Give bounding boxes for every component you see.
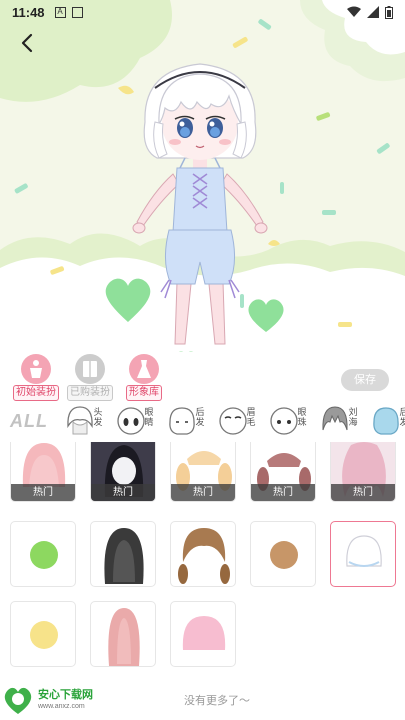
eyes-icon — [117, 407, 145, 435]
status-bar: 11:48 A — [0, 0, 405, 24]
pink-bob-hair-thumb — [182, 616, 226, 650]
hot-badge: 热门 — [91, 484, 155, 501]
bangs-icon — [322, 406, 348, 431]
item-green-color-swatch[interactable] — [10, 521, 76, 587]
tab-back-hair-2-label: 后发 — [399, 407, 405, 427]
tab-pupils[interactable]: 眼珠 — [269, 404, 307, 438]
item-long-black-hair[interactable] — [90, 521, 156, 587]
tab-eyebrows-label: 眉毛 — [246, 407, 256, 427]
item-pink-bob-hair[interactable] — [170, 601, 236, 667]
item-brown-braids[interactable] — [170, 521, 236, 587]
item-brown-color-swatch[interactable] — [250, 521, 316, 587]
battery-icon — [385, 5, 393, 19]
item-brown-twintails[interactable]: 热门 — [250, 442, 316, 502]
no-more-text: 没有更多了～ — [184, 695, 250, 707]
tab-back-hair-selected[interactable]: 后发 — [371, 404, 405, 438]
item-dark-hair-photo[interactable]: 热门 — [90, 442, 156, 502]
dress-icon — [129, 354, 159, 384]
initial-outfit-label: 初始装扮 — [13, 385, 59, 401]
tab-back-hair[interactable]: 后发 — [167, 404, 205, 438]
item-blonde-twintails[interactable]: 热门 — [170, 442, 236, 502]
purchased-outfit-button[interactable]: 已购装扮 — [66, 354, 114, 401]
item-pink-hair[interactable]: 热门 — [10, 442, 76, 502]
back-button[interactable] — [14, 30, 40, 56]
watermark-title: 安心下载网 — [38, 689, 93, 701]
tab-hair-label: 头发 — [93, 407, 103, 427]
eyebrows-icon — [219, 407, 247, 435]
green-color-thumb — [30, 541, 58, 569]
signal-icon — [367, 6, 379, 18]
hot-badge: 热门 — [11, 484, 75, 501]
tab-hair[interactable]: 头发 — [65, 404, 103, 438]
tab-eyes[interactable]: 眼睛 — [116, 404, 154, 438]
tab-bangs[interactable]: 刘海 — [320, 404, 358, 438]
watermark-logo — [4, 687, 32, 714]
back-hair-icon — [373, 407, 399, 435]
purchased-outfit-label: 已购装扮 — [67, 385, 113, 401]
image-icon — [71, 6, 83, 18]
status-time: 11:48 — [12, 4, 45, 20]
save-button[interactable]: 保存 — [341, 369, 389, 391]
item-long-pink-hair[interactable] — [90, 601, 156, 667]
hair-icon — [67, 406, 93, 435]
item-yellow-color-swatch[interactable] — [10, 601, 76, 667]
tab-eyebrows[interactable]: 眉毛 — [218, 404, 256, 438]
brown-braids-thumb — [178, 528, 230, 584]
hot-badge: 热门 — [171, 484, 235, 501]
wardrobe-icon — [75, 354, 105, 384]
pupils-icon — [270, 407, 298, 435]
long-black-hair-thumb — [104, 528, 144, 584]
brown-color-thumb — [270, 541, 298, 569]
tab-bangs-label: 刘海 — [348, 407, 358, 427]
category-tabs: ALL 头发 眼睛 后发 眉毛 眼珠 刘海 后发 — [0, 400, 405, 442]
tab-pupils-label: 眼珠 — [297, 407, 307, 427]
watermark: 安心下载网 www.anxz.com — [2, 684, 93, 716]
footer: 安心下载网 www.anxz.com 没有更多了～ — [0, 684, 405, 720]
long-pink-hair-thumb — [108, 608, 140, 666]
item-white-bob-hair[interactable] — [330, 521, 396, 587]
a-icon: A — [54, 6, 66, 18]
yellow-color-thumb — [30, 621, 58, 649]
back-hair-icon — [169, 407, 195, 435]
chevron-left-icon — [21, 33, 33, 53]
item-pink-wavy-hair[interactable]: 热门 — [330, 442, 396, 502]
initial-outfit-button[interactable]: 初始装扮 — [12, 354, 60, 401]
wifi-icon — [347, 6, 361, 17]
white-bob-hair-thumb — [346, 535, 382, 567]
image-library-label: 形象库 — [126, 385, 162, 401]
image-library-button[interactable]: 形象库 — [120, 354, 168, 401]
tab-back-hair-label: 后发 — [195, 407, 205, 427]
mannequin-icon — [21, 354, 51, 384]
tab-all[interactable]: ALL — [10, 411, 48, 432]
hot-badge: 热门 — [251, 484, 315, 501]
hot-badge: 热门 — [331, 484, 395, 501]
action-bar: 初始装扮 已购装扮 形象库 保存 — [0, 352, 405, 401]
avatar-stage: 11:48 A — [0, 0, 405, 352]
watermark-url: www.anxz.com — [38, 703, 85, 710]
tab-eyes-label: 眼睛 — [144, 407, 154, 427]
avatar-character — [132, 63, 268, 345]
item-grid: 热门 热门 热门 热门 热门 — [0, 442, 405, 692]
